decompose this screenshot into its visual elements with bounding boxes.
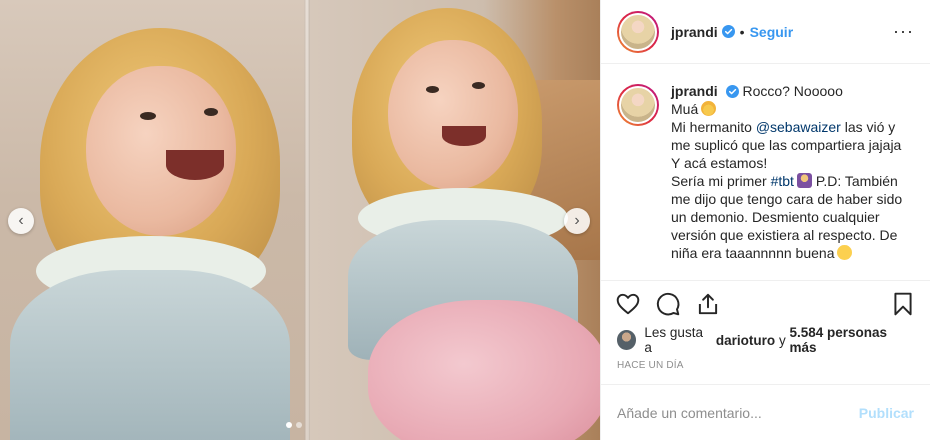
comment-box: Publicar [601, 384, 930, 440]
caption-text: jprandi Rocco? Nooooo Muá Mi hermanito @… [671, 82, 914, 280]
heart-icon[interactable] [615, 291, 641, 317]
publish-button[interactable]: Publicar [859, 405, 914, 421]
share-icon[interactable] [695, 291, 721, 317]
bookmark-icon[interactable] [890, 291, 916, 317]
mention-link[interactable]: @sebawaizer [756, 119, 841, 135]
person-emoji-icon [796, 173, 812, 188]
verified-badge-icon [725, 85, 739, 98]
photo-right-page [308, 0, 600, 440]
smiling-face-emoji-icon [837, 245, 853, 260]
verified-badge-icon [721, 25, 735, 38]
post-caption: jprandi Rocco? Nooooo Muá Mi hermanito @… [601, 64, 930, 280]
comment-icon[interactable] [655, 291, 681, 317]
likes-count[interactable]: 5.584 personas más [789, 325, 914, 355]
child-mouth [166, 150, 224, 180]
child-face [388, 40, 518, 190]
child-eye [426, 86, 439, 93]
caption-line-5-pre: Sería mi primer [671, 173, 771, 189]
post-timestamp[interactable]: HACE UN DÍA [601, 352, 930, 384]
child-dress [10, 270, 290, 440]
carousel-dots [286, 422, 302, 428]
post-photo[interactable]: ‹ › [0, 0, 600, 440]
child-mouth [442, 126, 486, 146]
album-fold [304, 0, 310, 440]
caption-line-1: Rocco? Nooooo [742, 83, 843, 99]
carousel-dot [296, 422, 302, 428]
caption-line-2: Muá [671, 101, 699, 117]
photo-left-page [0, 0, 308, 440]
likes-prefix: Les gusta a [644, 325, 703, 355]
child-eye [472, 82, 485, 89]
comment-input[interactable] [617, 404, 859, 421]
hashtag-link[interactable]: #tbt [771, 173, 794, 189]
post-side-panel: jprandi • Seguir ··· jprandi Rocco? Nooo… [600, 0, 930, 440]
next-photo-button[interactable]: › [564, 208, 590, 234]
previous-photo-button[interactable]: ‹ [8, 208, 34, 234]
child-eye [204, 108, 218, 116]
caption-avatar[interactable] [617, 84, 659, 126]
post-actions [601, 280, 930, 326]
blond-girl-emoji-icon [701, 101, 717, 116]
caption-username[interactable]: jprandi [671, 83, 718, 99]
likes-summary: Les gusta a darioturo y 5.584 personas m… [601, 325, 930, 355]
liker-avatar[interactable] [617, 330, 637, 350]
carousel-dot-active [286, 422, 292, 428]
doll [368, 300, 600, 440]
header-separator: • [739, 23, 745, 40]
instagram-post: ‹ › jprandi • Seguir ··· jprandi Rocco? … [0, 0, 930, 440]
profile-avatar[interactable] [617, 10, 659, 53]
post-header: jprandi • Seguir ··· [601, 0, 930, 64]
header-username[interactable]: jprandi [671, 24, 718, 40]
caption-line-4: Y acá estamos! [671, 155, 768, 171]
follow-button[interactable]: Seguir [750, 24, 794, 40]
more-options-icon[interactable]: ··· [893, 21, 914, 42]
caption-line-3-pre: Mi hermanito [671, 119, 756, 135]
liker-username[interactable]: darioturo [716, 333, 775, 348]
likes-middle: y [778, 332, 786, 348]
child-eye [140, 112, 156, 120]
